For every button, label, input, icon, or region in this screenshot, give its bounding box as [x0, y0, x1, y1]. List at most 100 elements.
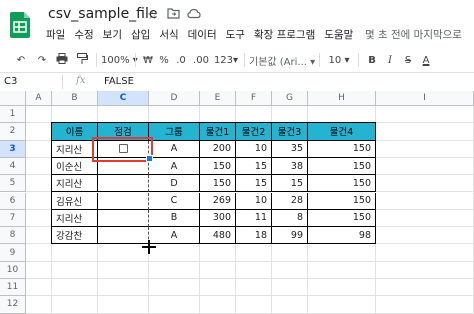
- cell[interactable]: [376, 140, 474, 158]
- table-cell-item1[interactable]: 150: [200, 175, 236, 193]
- cell[interactable]: [26, 261, 52, 279]
- cell[interactable]: [52, 244, 98, 262]
- menu-file[interactable]: 파일: [46, 27, 65, 45]
- table-cell-item3[interactable]: 8: [272, 209, 308, 228]
- cell[interactable]: [236, 261, 272, 279]
- select-all-corner[interactable]: [0, 91, 26, 106]
- undo-icon[interactable]: ↶: [10, 55, 32, 66]
- cell[interactable]: [26, 296, 52, 314]
- cell[interactable]: [200, 244, 236, 262]
- cell[interactable]: [376, 279, 474, 297]
- strikethrough-button[interactable]: S: [399, 55, 417, 66]
- menu-format[interactable]: 서식: [159, 27, 178, 45]
- decrease-decimal-button[interactable]: .0: [172, 55, 190, 66]
- row-header-1[interactable]: 1: [0, 106, 26, 124]
- table-header-item2[interactable]: 물건2: [236, 123, 272, 141]
- menu-tools[interactable]: 도구: [226, 27, 245, 45]
- cell[interactable]: [376, 227, 474, 245]
- cell[interactable]: [98, 279, 149, 297]
- cell[interactable]: [26, 192, 52, 210]
- table-cell-check[interactable]: [98, 209, 149, 228]
- table-cell-item4[interactable]: 98: [308, 227, 376, 245]
- table-header-check[interactable]: 점검: [98, 123, 149, 141]
- cell[interactable]: [376, 209, 474, 228]
- currency-format-button[interactable]: ₩: [140, 55, 156, 66]
- column-header-g[interactable]: G: [272, 91, 308, 106]
- table-cell-group[interactable]: A: [149, 157, 200, 176]
- increase-decimal-button[interactable]: .00: [190, 55, 212, 66]
- cell[interactable]: [52, 296, 98, 314]
- cell[interactable]: [376, 157, 474, 176]
- table-cell-item4[interactable]: 150: [308, 175, 376, 193]
- bold-button[interactable]: B: [363, 55, 381, 66]
- cell[interactable]: [98, 261, 149, 279]
- cell[interactable]: [272, 279, 308, 297]
- column-header-f[interactable]: F: [236, 91, 272, 106]
- cell[interactable]: [149, 296, 200, 314]
- cell[interactable]: [200, 296, 236, 314]
- column-header-d[interactable]: D: [149, 91, 200, 106]
- formula-input[interactable]: FALSE: [104, 76, 134, 87]
- cell[interactable]: [308, 296, 376, 314]
- cell[interactable]: [376, 175, 474, 193]
- cell[interactable]: [236, 244, 272, 262]
- table-cell-item4[interactable]: 150: [308, 157, 376, 176]
- cell[interactable]: [308, 261, 376, 279]
- paint-format-icon[interactable]: [72, 52, 92, 68]
- cell[interactable]: [200, 279, 236, 297]
- cell[interactable]: [149, 244, 200, 262]
- menu-insert[interactable]: 삽입: [131, 27, 150, 45]
- table-cell-item3[interactable]: 28: [272, 192, 308, 210]
- cell[interactable]: [26, 209, 52, 228]
- checkbox[interactable]: [118, 144, 128, 154]
- table-cell-group[interactable]: B: [149, 209, 200, 228]
- table-cell-group[interactable]: A: [149, 140, 200, 158]
- cell[interactable]: [272, 244, 308, 262]
- table-header-group[interactable]: 그룹: [149, 123, 200, 141]
- italic-button[interactable]: I: [381, 55, 399, 66]
- table-cell-item1[interactable]: 150: [200, 157, 236, 176]
- table-cell-item3[interactable]: 35: [272, 140, 308, 158]
- table-header-name[interactable]: 이름: [52, 123, 98, 141]
- table-cell-name[interactable]: 지리산: [52, 209, 98, 228]
- document-title[interactable]: csv_sample_file: [48, 6, 158, 22]
- cell[interactable]: [26, 123, 52, 141]
- cell[interactable]: [236, 106, 272, 124]
- font-size-select[interactable]: 10 ▾: [324, 55, 354, 66]
- cell[interactable]: [376, 296, 474, 314]
- menu-extensions[interactable]: 확장 프로그램: [254, 27, 315, 45]
- cell[interactable]: [272, 296, 308, 314]
- menu-edit[interactable]: 수정: [74, 27, 93, 45]
- table-cell-item1[interactable]: 300: [200, 209, 236, 228]
- cell[interactable]: [26, 227, 52, 245]
- cell[interactable]: [52, 261, 98, 279]
- column-header-i[interactable]: I: [376, 91, 474, 106]
- table-header-item4[interactable]: 물건4: [308, 123, 376, 141]
- cell[interactable]: [376, 106, 474, 124]
- font-select[interactable]: 기본값 (Ari... ▾: [249, 53, 315, 68]
- cell[interactable]: [200, 261, 236, 279]
- column-header-h[interactable]: H: [308, 91, 376, 106]
- cell[interactable]: [200, 106, 236, 124]
- print-icon[interactable]: [52, 53, 72, 67]
- menu-view[interactable]: 보기: [103, 27, 122, 45]
- percent-format-button[interactable]: %: [156, 55, 172, 66]
- table-cell-name[interactable]: 강감찬: [52, 227, 98, 245]
- table-cell-item4[interactable]: 150: [308, 209, 376, 228]
- column-header-a[interactable]: A: [26, 91, 52, 106]
- table-cell-item1[interactable]: 200: [200, 140, 236, 158]
- cell[interactable]: [376, 192, 474, 210]
- table-cell-item1[interactable]: 480: [200, 227, 236, 245]
- table-cell-name[interactable]: 지리산: [52, 175, 98, 193]
- row-header-2[interactable]: 2: [0, 123, 26, 141]
- table-cell-item2[interactable]: 11: [236, 209, 272, 228]
- cell[interactable]: [149, 279, 200, 297]
- cell[interactable]: [52, 279, 98, 297]
- table-cell-item2[interactable]: 15: [236, 175, 272, 193]
- cell[interactable]: [376, 123, 474, 141]
- column-header-b[interactable]: B: [52, 91, 98, 106]
- row-header-11[interactable]: 11: [0, 279, 26, 297]
- table-cell-group[interactable]: A: [149, 227, 200, 245]
- table-cell-item3[interactable]: 15: [272, 175, 308, 193]
- cell[interactable]: [26, 106, 52, 124]
